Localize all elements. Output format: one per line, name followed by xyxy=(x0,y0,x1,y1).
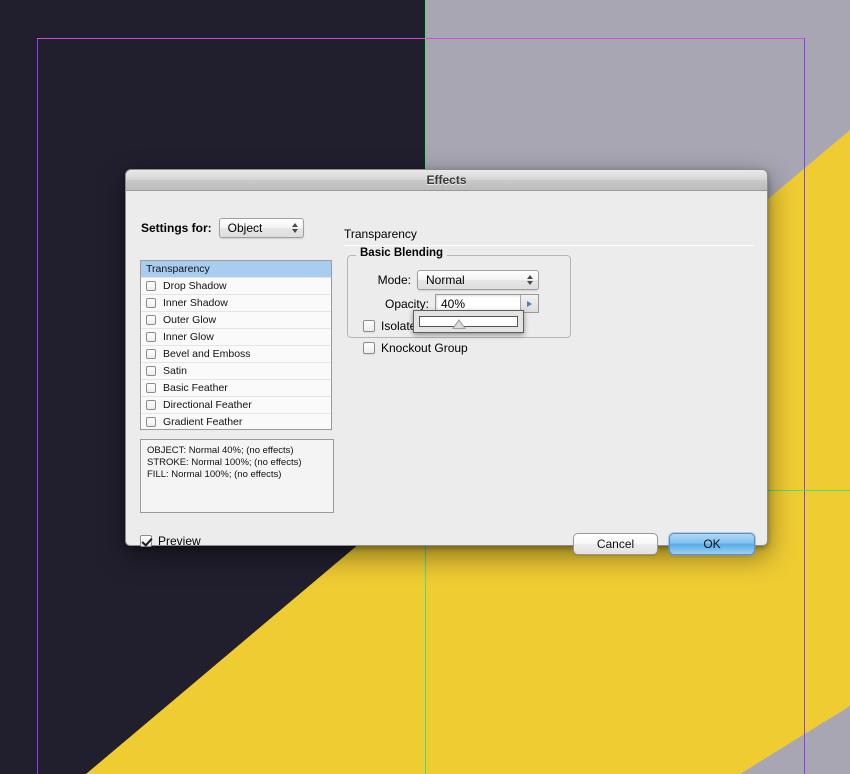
preview-row[interactable]: Preview xyxy=(140,534,201,548)
effect-enable-checkbox[interactable] xyxy=(146,383,156,393)
effects-summary-box: OBJECT: Normal 40%; (no effects) STROKE:… xyxy=(140,439,334,513)
summary-line-stroke: STROKE: Normal 100%; (no effects) xyxy=(147,457,302,468)
effect-enable-checkbox[interactable] xyxy=(146,349,156,359)
effect-enable-checkbox[interactable] xyxy=(146,366,156,376)
effect-list-item-label: Directional Feather xyxy=(163,399,252,411)
settings-for-value: Object xyxy=(227,221,263,235)
effect-list-item[interactable]: Directional Feather xyxy=(141,397,331,414)
blend-mode-row: Mode: Normal xyxy=(366,270,539,290)
blend-mode-label: Mode: xyxy=(377,273,411,287)
opacity-label: Opacity: xyxy=(384,296,429,311)
preview-label: Preview xyxy=(158,534,201,548)
chevron-updown-icon xyxy=(527,275,533,285)
knockout-group-label: Knockout Group xyxy=(381,341,468,355)
knockout-group-checkbox[interactable] xyxy=(363,342,375,354)
basic-blending-legend: Basic Blending xyxy=(356,247,448,259)
effect-list-item-label: Transparency xyxy=(146,263,210,275)
effect-enable-checkbox[interactable] xyxy=(146,298,156,308)
effect-list-item-label: Satin xyxy=(163,365,187,377)
chevron-right-icon xyxy=(527,300,532,307)
chevron-updown-icon xyxy=(291,223,298,233)
effect-list-item[interactable]: Transparency xyxy=(141,261,331,278)
effects-dialog: Effects Settings for: Object Transparenc… xyxy=(125,169,768,555)
effect-list-item[interactable]: Outer Glow xyxy=(141,312,331,329)
summary-line-object: OBJECT: Normal 40%; (no effects) xyxy=(147,445,294,456)
effect-list-item-label: Inner Shadow xyxy=(163,297,228,309)
effect-list-item[interactable]: Satin xyxy=(141,363,331,380)
ok-button-label: OK xyxy=(703,537,721,551)
effect-list-item[interactable]: Bevel and Emboss xyxy=(141,346,331,363)
effect-list-item-label: Drop Shadow xyxy=(163,280,227,292)
isolate-blending-checkbox[interactable] xyxy=(363,320,375,332)
ok-button[interactable]: OK xyxy=(669,533,755,555)
dialog-titlebar[interactable]: Effects xyxy=(126,170,767,191)
section-divider xyxy=(344,245,755,246)
panel-section-title: Transparency xyxy=(344,227,417,241)
knockout-group-row[interactable]: Knockout Group xyxy=(363,341,468,355)
cancel-button[interactable]: Cancel xyxy=(573,533,658,555)
effect-enable-checkbox[interactable] xyxy=(146,400,156,410)
opacity-value: 40% xyxy=(441,296,466,311)
effect-list-item[interactable]: Inner Glow xyxy=(141,329,331,346)
effects-list[interactable]: Transparency Drop Shadow Inner Shadow Outer… xyxy=(140,260,332,430)
blend-mode-dropdown[interactable]: Normal xyxy=(417,270,539,290)
preview-checkbox[interactable] xyxy=(140,535,152,547)
effect-list-item[interactable]: Inner Shadow xyxy=(141,295,331,312)
effect-list-item[interactable]: Gradient Feather xyxy=(141,414,331,429)
dialog-body: Settings for: Object Transparency Drop Sh… xyxy=(126,191,767,555)
effect-list-item-label: Bevel and Emboss xyxy=(163,348,251,360)
opacity-slider-thumb[interactable] xyxy=(451,319,466,329)
effect-enable-checkbox[interactable] xyxy=(146,417,156,427)
settings-for-row: Settings for: Object xyxy=(141,218,304,238)
effect-enable-checkbox[interactable] xyxy=(146,332,156,342)
summary-line-fill: FILL: Normal 100%; (no effects) xyxy=(147,469,282,480)
effect-list-item[interactable]: Basic Feather xyxy=(141,380,331,397)
cancel-button-label: Cancel xyxy=(596,537,635,551)
settings-for-label: Settings for: xyxy=(141,221,212,235)
blend-mode-value: Normal xyxy=(426,273,465,287)
effect-enable-checkbox[interactable] xyxy=(146,281,156,291)
effect-list-item-label: Outer Glow xyxy=(163,314,217,326)
effect-enable-checkbox[interactable] xyxy=(146,315,156,325)
opacity-slider-track[interactable] xyxy=(419,316,518,329)
opacity-slider-popover[interactable] xyxy=(413,310,524,333)
effect-list-item-label: Inner Glow xyxy=(163,331,214,343)
dialog-title: Effects xyxy=(426,173,467,187)
settings-for-dropdown[interactable]: Object xyxy=(218,218,304,238)
effect-list-item-label: Gradient Feather xyxy=(163,416,243,428)
effect-list-item[interactable]: Drop Shadow xyxy=(141,278,331,295)
effect-list-item-label: Basic Feather xyxy=(163,382,228,394)
